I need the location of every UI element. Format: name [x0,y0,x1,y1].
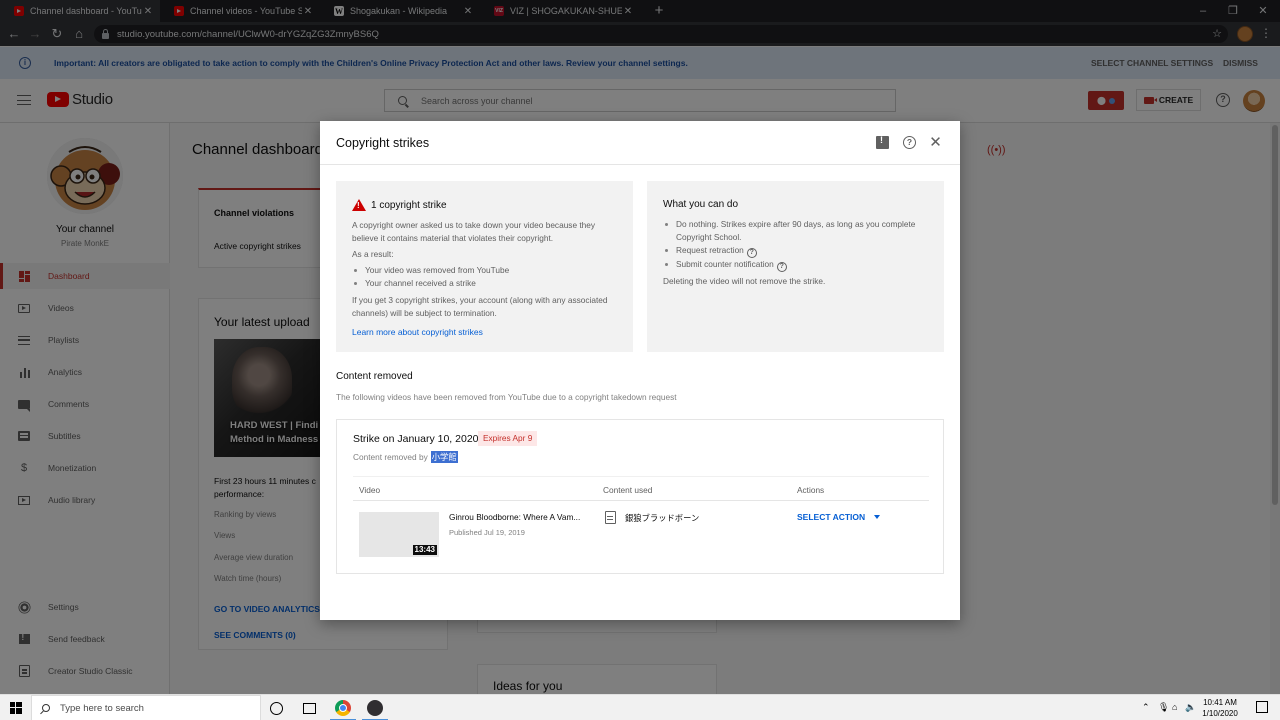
list-item: Your video was removed from YouTube [352,264,618,277]
system-clock[interactable]: 10:41 AM 1/10/2020 [1195,697,1245,719]
dialog-header: Copyright strikes ? ✕ [320,121,960,165]
content-removed-title: Content removed [336,371,413,382]
removed-by-line: Content removed by 小学館 [353,451,458,463]
microphone-icon[interactable]: 🎙 [1158,702,1169,713]
what-you-can-do-heading: What you can do [663,199,738,210]
taskbar-search-placeholder: Type here to search [60,702,144,714]
column-header-content-used: Content used [603,485,653,495]
counter-notification-item[interactable]: Submit counter notification? [663,258,929,272]
content-removed-subtitle: The following videos have been removed f… [336,392,677,402]
network-icon[interactable]: ⌂ [1172,702,1177,712]
expires-badge: Expires Apr 9 [478,431,538,446]
deleting-note: Deleting the video will not remove the s… [663,276,826,286]
windows-taskbar: Type here to search ⌃ 🎙 ⌂ 🔈 10:41 AM 1/1… [0,694,1280,720]
claimant-name: 小学館 [430,451,458,463]
show-hidden-icons-icon[interactable]: ⌃ [1142,702,1150,713]
list-item-label[interactable]: Submit counter notification [676,259,774,269]
warning-icon [352,199,366,211]
column-header-actions: Actions [797,485,825,495]
help-icon[interactable]: ? [903,136,916,149]
cortana-icon[interactable] [270,702,283,715]
dropdown-caret-icon [874,515,881,519]
video-title[interactable]: Ginrou Bloodborne: Where A Vam... [449,512,580,522]
document-icon [605,511,616,524]
task-view-icon[interactable] [303,703,316,714]
what-you-can-do-panel: What you can do Do nothing. Strikes expi… [647,181,944,352]
clock-time: 10:41 AM [1203,698,1237,707]
table-header: Video Content used Actions [353,476,929,501]
strike-count-heading: 1 copyright strike [352,199,447,211]
obs-icon[interactable] [367,700,383,716]
help-icon[interactable]: ? [776,262,787,272]
removed-by-label: Content removed by [353,452,428,462]
copyright-strikes-dialog: Copyright strikes ? ✕ 1 copyright strike… [320,121,960,620]
windows-start-icon[interactable] [10,702,22,714]
learn-more-link[interactable]: Learn more about copyright strikes [352,327,483,337]
close-icon[interactable]: ✕ [929,135,942,150]
strike-intro-text: A copyright owner asked us to take down … [352,220,596,243]
result-label: As a result: [352,249,394,259]
taskbar-search[interactable]: Type here to search [31,695,261,720]
list-item: Do nothing. Strikes expire after 90 days… [663,218,929,244]
video-published-date: Published Jul 19, 2019 [449,528,525,537]
action-center-icon[interactable] [1256,701,1268,713]
list-item-label[interactable]: Request retraction [676,245,744,255]
strike-count-text: 1 copyright strike [371,199,447,211]
feedback-icon[interactable] [876,135,889,149]
select-action-button[interactable]: SELECT ACTION [797,512,881,522]
content-used-title: 銀狼ブラッドボーン [625,513,700,523]
select-action-label: SELECT ACTION [797,512,866,522]
column-header-video: Video [359,485,381,495]
video-thumbnail[interactable]: 13:43 [359,512,439,557]
help-icon[interactable]: ? [746,248,757,258]
termination-warning: If you get 3 copyright strikes, your acc… [352,295,608,318]
list-item: Your channel received a strike [352,277,618,290]
strike-date: Strike on January 10, 2020 [353,433,479,445]
video-duration: 13:43 [412,545,437,555]
clock-date: 1/10/2020 [1202,709,1238,718]
chrome-icon[interactable] [335,700,351,716]
result-list: Your video was removed from YouTube Your… [352,264,618,290]
options-list: Do nothing. Strikes expire after 90 days… [663,218,929,272]
heading-text: What you can do [663,199,739,210]
strike-summary-panel: 1 copyright strike A copyright owner ask… [336,181,633,352]
search-icon [42,704,50,712]
strike-card: Strike on January 10, 2020 Expires Apr 9… [336,419,944,574]
dialog-title: Copyright strikes [336,136,430,150]
request-retraction-item[interactable]: Request retraction? [663,244,929,258]
